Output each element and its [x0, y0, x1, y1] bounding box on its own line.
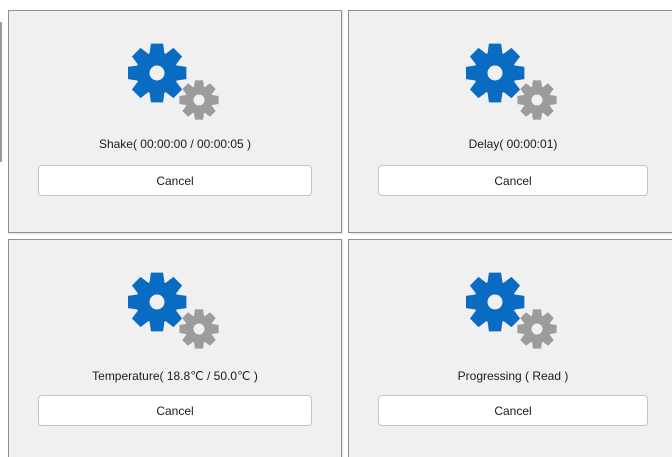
cancel-button[interactable]: Cancel	[38, 165, 312, 196]
cancel-button[interactable]: Cancel	[378, 165, 648, 196]
gears-icon	[128, 42, 222, 124]
gears-icon	[466, 271, 560, 353]
gears-icon	[128, 271, 222, 353]
gears-icon	[466, 42, 560, 124]
status-text: Delay( 00:00:01)	[468, 137, 558, 151]
status-text: Shake( 00:00:00 / 00:00:05 )	[98, 137, 252, 151]
shake-progress-panel: Shake( 00:00:00 / 00:00:05 ) Cancel	[8, 10, 342, 233]
window-edge	[0, 22, 2, 162]
temperature-progress-panel: Temperature( 18.8℃ / 50.0℃ ) Cancel	[8, 239, 342, 457]
task-progress-screen: Shake( 00:00:00 / 00:00:05 ) Cancel Dela…	[0, 0, 672, 457]
status-text: Progressing ( Read )	[457, 369, 569, 383]
cancel-button[interactable]: Cancel	[378, 395, 648, 426]
read-progress-panel: Progressing ( Read ) Cancel	[348, 239, 672, 457]
status-text: Temperature( 18.8℃ / 50.0℃ )	[92, 369, 258, 383]
delay-progress-panel: Delay( 00:00:01) Cancel	[348, 10, 672, 233]
cancel-button[interactable]: Cancel	[38, 395, 312, 426]
